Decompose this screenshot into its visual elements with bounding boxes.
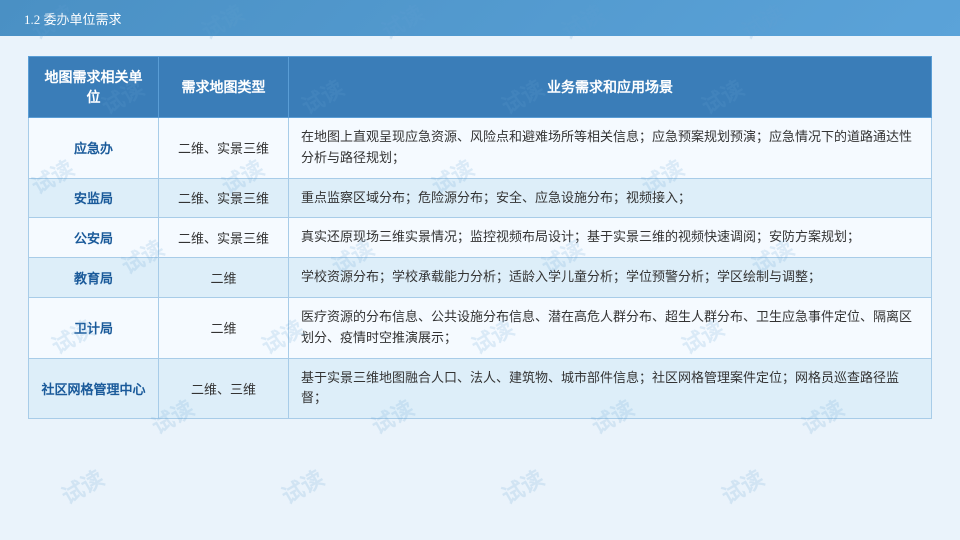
- cell-unit: 卫计局: [29, 297, 159, 358]
- cell-unit: 安监局: [29, 178, 159, 218]
- cell-business: 真实还原现场三维实景情况；监控视频布局设计；基于实景三维的视频快速调阅；安防方案…: [289, 218, 932, 258]
- table-header-row: 地图需求相关单位 需求地图类型 业务需求和应用场景: [29, 57, 932, 118]
- table-row: 安监局二维、实景三维重点监察区域分布；危险源分布；安全、应急设施分布；视频接入；: [29, 178, 932, 218]
- cell-type: 二维、三维: [159, 358, 289, 419]
- cell-unit: 应急办: [29, 118, 159, 179]
- col-header-business: 业务需求和应用场景: [289, 57, 932, 118]
- cell-unit: 社区网格管理中心: [29, 358, 159, 419]
- table-row: 应急办二维、实景三维在地图上直观呈现应急资源、风险点和避难场所等相关信息；应急预…: [29, 118, 932, 179]
- cell-type: 二维: [159, 258, 289, 298]
- header-bar: 1.2 委办单位需求: [0, 0, 960, 36]
- cell-unit: 公安局: [29, 218, 159, 258]
- cell-type: 二维: [159, 297, 289, 358]
- cell-business: 医疗资源的分布信息、公共设施分布信息、潜在高危人群分布、超生人群分布、卫生应急事…: [289, 297, 932, 358]
- header-title: 1.2 委办单位需求: [24, 9, 122, 28]
- cell-type: 二维、实景三维: [159, 178, 289, 218]
- cell-business: 重点监察区域分布；危险源分布；安全、应急设施分布；视频接入；: [289, 178, 932, 218]
- cell-type: 二维、实景三维: [159, 218, 289, 258]
- cell-unit: 教育局: [29, 258, 159, 298]
- requirements-table: 地图需求相关单位 需求地图类型 业务需求和应用场景 应急办二维、实景三维在地图上…: [28, 56, 932, 419]
- table-row: 卫计局二维医疗资源的分布信息、公共设施分布信息、潜在高危人群分布、超生人群分布、…: [29, 297, 932, 358]
- cell-business: 学校资源分布；学校承载能力分析；适龄入学儿童分析；学位预警分析；学区绘制与调整；: [289, 258, 932, 298]
- main-content: 地图需求相关单位 需求地图类型 业务需求和应用场景 应急办二维、实景三维在地图上…: [0, 36, 960, 435]
- table-row: 社区网格管理中心二维、三维基于实景三维地图融合人口、法人、建筑物、城市部件信息；…: [29, 358, 932, 419]
- table-row: 公安局二维、实景三维真实还原现场三维实景情况；监控视频布局设计；基于实景三维的视…: [29, 218, 932, 258]
- cell-business: 基于实景三维地图融合人口、法人、建筑物、城市部件信息；社区网格管理案件定位；网格…: [289, 358, 932, 419]
- col-header-unit: 地图需求相关单位: [29, 57, 159, 118]
- col-header-type: 需求地图类型: [159, 57, 289, 118]
- table-row: 教育局二维学校资源分布；学校承载能力分析；适龄入学儿童分析；学位预警分析；学区绘…: [29, 258, 932, 298]
- cell-business: 在地图上直观呈现应急资源、风险点和避难场所等相关信息；应急预案规划预演；应急情况…: [289, 118, 932, 179]
- cell-type: 二维、实景三维: [159, 118, 289, 179]
